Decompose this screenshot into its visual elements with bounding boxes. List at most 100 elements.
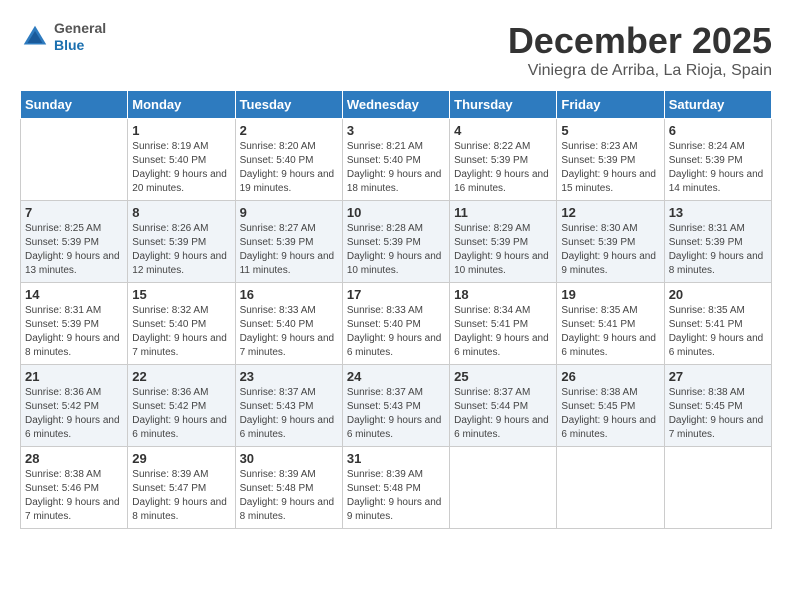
logo-blue: Blue: [54, 37, 106, 54]
day-info: Sunrise: 8:21 AMSunset: 5:40 PMDaylight:…: [347, 140, 445, 196]
calendar-cell: 16 Sunrise: 8:33 AMSunset: 5:40 PMDayligh…: [235, 283, 342, 365]
day-info: Sunrise: 8:38 AMSunset: 5:45 PMDaylight:…: [669, 386, 767, 442]
day-number: 24: [347, 369, 445, 384]
calendar-cell: 18Sunrise: 8:34 AMSunset: 5:41 PMDayligh…: [450, 283, 557, 365]
day-number: 4: [454, 123, 552, 138]
calendar-cell: 13 Sunrise: 8:31 AMSunset: 5:39 PMDayligh…: [664, 201, 771, 283]
day-number: 18: [454, 287, 552, 302]
location-title: Viniegra de Arriba, La Rioja, Spain: [508, 62, 772, 80]
day-info: Sunrise: 8:38 AMSunset: 5:46 PMDaylight:…: [25, 468, 123, 524]
day-number: 10: [347, 205, 445, 220]
calendar-cell: 5 Sunrise: 8:23 AMSunset: 5:39 PMDaylight…: [557, 119, 664, 201]
day-number: 25: [454, 369, 552, 384]
calendar-table: SundayMondayTuesdayWednesdayThursdayFrid…: [20, 90, 772, 529]
day-info: Sunrise: 8:32 AMSunset: 5:40 PMDaylight:…: [132, 304, 230, 360]
calendar-cell: 8 Sunrise: 8:26 AMSunset: 5:39 PMDaylight…: [128, 201, 235, 283]
calendar-week-row: 1Sunrise: 8:19 AMSunset: 5:40 PMDaylight…: [21, 119, 772, 201]
day-number: 15: [132, 287, 230, 302]
day-number: 28: [25, 451, 123, 466]
calendar-week-row: 7Sunrise: 8:25 AMSunset: 5:39 PMDaylight…: [21, 201, 772, 283]
day-info: Sunrise: 8:33 AMSunset: 5:40 PMDaylight:…: [347, 304, 445, 360]
day-number: 1: [132, 123, 230, 138]
day-number: 5: [561, 123, 659, 138]
logo: General Blue: [20, 20, 106, 54]
calendar-cell: 10 Sunrise: 8:28 AMSunset: 5:39 PMDayligh…: [342, 201, 449, 283]
calendar-header-cell: Friday: [557, 91, 664, 119]
day-number: 29: [132, 451, 230, 466]
logo-icon: [20, 22, 50, 52]
day-number: 20: [669, 287, 767, 302]
calendar-header-cell: Monday: [128, 91, 235, 119]
day-info: Sunrise: 8:37 AMSunset: 5:43 PMDaylight:…: [347, 386, 445, 442]
calendar-cell: [450, 447, 557, 529]
calendar-cell: [664, 447, 771, 529]
day-info: Sunrise: 8:39 AMSunset: 5:47 PMDaylight:…: [132, 468, 230, 524]
calendar-cell: 27 Sunrise: 8:38 AMSunset: 5:45 PMDayligh…: [664, 365, 771, 447]
calendar-cell: 31Sunrise: 8:39 AMSunset: 5:48 PMDayligh…: [342, 447, 449, 529]
day-info: Sunrise: 8:24 AMSunset: 5:39 PMDaylight:…: [669, 140, 767, 196]
calendar-cell: [557, 447, 664, 529]
day-info: Sunrise: 8:28 AMSunset: 5:39 PMDaylight:…: [347, 222, 445, 278]
calendar-cell: [21, 119, 128, 201]
day-info: Sunrise: 8:23 AMSunset: 5:39 PMDaylight:…: [561, 140, 659, 196]
calendar-cell: 11 Sunrise: 8:29 AMSunset: 5:39 PMDayligh…: [450, 201, 557, 283]
calendar-cell: 3 Sunrise: 8:21 AMSunset: 5:40 PMDaylight…: [342, 119, 449, 201]
calendar-header-cell: Wednesday: [342, 91, 449, 119]
calendar-body: 1Sunrise: 8:19 AMSunset: 5:40 PMDaylight…: [21, 119, 772, 529]
day-number: 13: [669, 205, 767, 220]
day-info: Sunrise: 8:27 AMSunset: 5:39 PMDaylight:…: [240, 222, 338, 278]
calendar-cell: 24 Sunrise: 8:37 AMSunset: 5:43 PMDayligh…: [342, 365, 449, 447]
logo-text: General Blue: [54, 20, 106, 54]
calendar-header-cell: Saturday: [664, 91, 771, 119]
calendar-cell: 26Sunrise: 8:38 AMSunset: 5:45 PMDayligh…: [557, 365, 664, 447]
day-number: 23: [240, 369, 338, 384]
day-info: Sunrise: 8:35 AMSunset: 5:41 PMDaylight:…: [669, 304, 767, 360]
day-info: Sunrise: 8:39 AMSunset: 5:48 PMDaylight:…: [240, 468, 338, 524]
calendar-cell: 14Sunrise: 8:31 AMSunset: 5:39 PMDayligh…: [21, 283, 128, 365]
day-number: 21: [25, 369, 123, 384]
day-info: Sunrise: 8:30 AMSunset: 5:39 PMDaylight:…: [561, 222, 659, 278]
day-number: 17: [347, 287, 445, 302]
day-number: 8: [132, 205, 230, 220]
day-number: 22: [132, 369, 230, 384]
day-number: 26: [561, 369, 659, 384]
day-number: 16: [240, 287, 338, 302]
day-number: 27: [669, 369, 767, 384]
calendar-header-cell: Tuesday: [235, 91, 342, 119]
calendar-cell: 20 Sunrise: 8:35 AMSunset: 5:41 PMDayligh…: [664, 283, 771, 365]
calendar-cell: 25 Sunrise: 8:37 AMSunset: 5:44 PMDayligh…: [450, 365, 557, 447]
calendar-cell: 21 Sunrise: 8:36 AMSunset: 5:42 PMDayligh…: [21, 365, 128, 447]
day-info: Sunrise: 8:26 AMSunset: 5:39 PMDaylight:…: [132, 222, 230, 278]
calendar-week-row: 14Sunrise: 8:31 AMSunset: 5:39 PMDayligh…: [21, 283, 772, 365]
calendar-cell: 19 Sunrise: 8:35 AMSunset: 5:41 PMDayligh…: [557, 283, 664, 365]
day-number: 19: [561, 287, 659, 302]
day-info: Sunrise: 8:20 AMSunset: 5:40 PMDaylight:…: [240, 140, 338, 196]
day-info: Sunrise: 8:37 AMSunset: 5:43 PMDaylight:…: [240, 386, 338, 442]
day-number: 31: [347, 451, 445, 466]
day-number: 6: [669, 123, 767, 138]
day-info: Sunrise: 8:33 AMSunset: 5:40 PMDaylight:…: [240, 304, 338, 360]
day-number: 7: [25, 205, 123, 220]
calendar-cell: 12 Sunrise: 8:30 AMSunset: 5:39 PMDayligh…: [557, 201, 664, 283]
day-info: Sunrise: 8:37 AMSunset: 5:44 PMDaylight:…: [454, 386, 552, 442]
day-number: 2: [240, 123, 338, 138]
logo-general: General: [54, 20, 106, 37]
day-info: Sunrise: 8:31 AMSunset: 5:39 PMDaylight:…: [669, 222, 767, 278]
day-info: Sunrise: 8:29 AMSunset: 5:39 PMDaylight:…: [454, 222, 552, 278]
day-info: Sunrise: 8:36 AMSunset: 5:42 PMDaylight:…: [25, 386, 123, 442]
calendar-header-row: SundayMondayTuesdayWednesdayThursdayFrid…: [21, 91, 772, 119]
calendar-cell: 1Sunrise: 8:19 AMSunset: 5:40 PMDaylight…: [128, 119, 235, 201]
calendar-week-row: 21 Sunrise: 8:36 AMSunset: 5:42 PMDayligh…: [21, 365, 772, 447]
day-info: Sunrise: 8:35 AMSunset: 5:41 PMDaylight:…: [561, 304, 659, 360]
calendar-cell: 30Sunrise: 8:39 AMSunset: 5:48 PMDayligh…: [235, 447, 342, 529]
calendar-cell: 17 Sunrise: 8:33 AMSunset: 5:40 PMDayligh…: [342, 283, 449, 365]
calendar-cell: 23 Sunrise: 8:37 AMSunset: 5:43 PMDayligh…: [235, 365, 342, 447]
month-title: December 2025: [508, 20, 772, 62]
day-number: 12: [561, 205, 659, 220]
calendar-cell: 22Sunrise: 8:36 AMSunset: 5:42 PMDayligh…: [128, 365, 235, 447]
calendar-cell: 4Sunrise: 8:22 AMSunset: 5:39 PMDaylight…: [450, 119, 557, 201]
calendar-cell: 29 Sunrise: 8:39 AMSunset: 5:47 PMDayligh…: [128, 447, 235, 529]
calendar-cell: 2 Sunrise: 8:20 AMSunset: 5:40 PMDaylight…: [235, 119, 342, 201]
day-number: 11: [454, 205, 552, 220]
day-number: 3: [347, 123, 445, 138]
